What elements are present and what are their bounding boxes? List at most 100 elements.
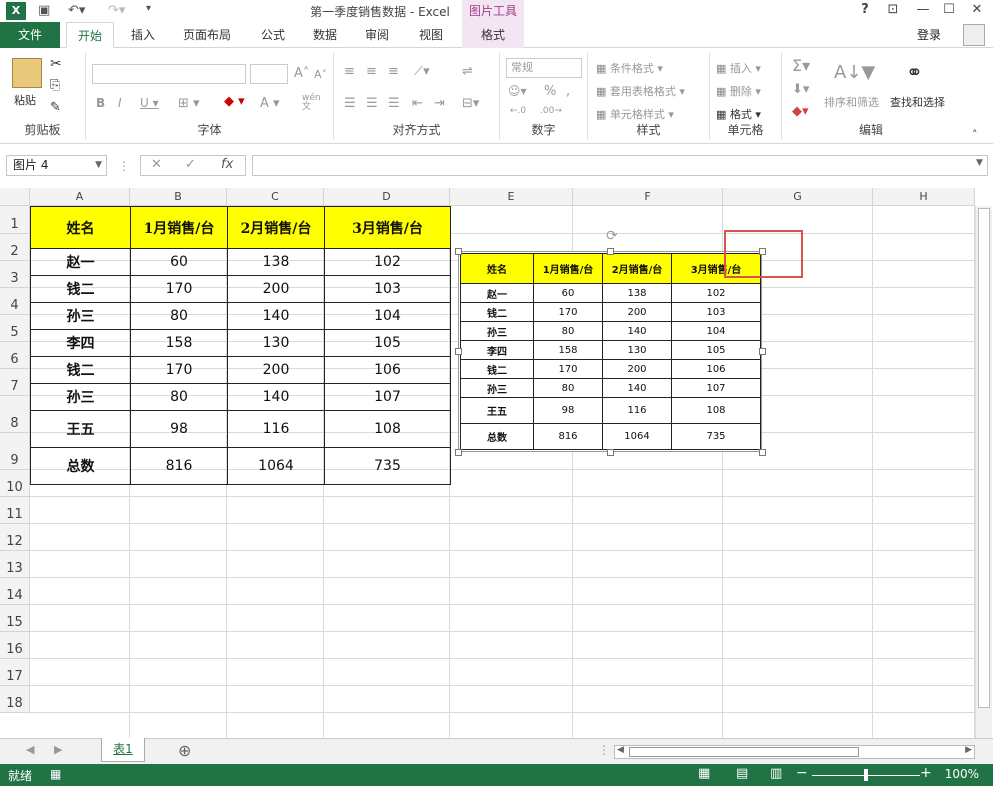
table-cell[interactable]: 138 — [227, 248, 325, 276]
shrink-font-icon[interactable]: A˅ — [314, 68, 327, 81]
add-sheet-icon[interactable]: ⊕ — [178, 741, 191, 760]
table-cell[interactable]: 105 — [324, 329, 451, 357]
table-cell[interactable]: 赵一 — [30, 248, 131, 276]
underline-icon[interactable]: U ▾ — [140, 96, 159, 110]
column-header[interactable]: F — [573, 188, 723, 206]
rotate-handle-icon[interactable]: ⟳ — [606, 228, 618, 244]
align-right-icon[interactable]: ☰ — [388, 96, 400, 111]
tab-home[interactable]: 开始 — [66, 22, 114, 48]
delete-cells-button[interactable]: ▦ 删除 ▾ — [716, 83, 761, 99]
align-center-icon[interactable]: ☰ — [366, 96, 378, 111]
next-sheet-icon[interactable]: ▶ — [54, 743, 62, 756]
resize-handle[interactable] — [759, 348, 766, 355]
collapse-ribbon-icon[interactable]: ˄ — [972, 128, 978, 141]
formula-input[interactable] — [252, 155, 988, 176]
column-header[interactable]: C — [227, 188, 324, 206]
tab-page-layout[interactable]: 页面布局 — [172, 22, 242, 48]
tab-formulas[interactable]: 公式 — [250, 22, 296, 48]
grow-font-icon[interactable]: A˄ — [294, 66, 309, 81]
vertical-scroll-thumb[interactable] — [978, 208, 990, 708]
macro-record-icon[interactable]: ▦ — [50, 767, 61, 781]
resize-handle[interactable] — [455, 449, 462, 456]
merge-center-icon[interactable]: ⊟▾ — [462, 96, 479, 111]
table-cell[interactable]: 钱二 — [30, 275, 131, 303]
border-icon[interactable]: ⊞ ▾ — [178, 96, 200, 111]
row-header[interactable]: 13 — [0, 551, 30, 578]
increase-decimal-icon[interactable]: ←.0 — [510, 106, 526, 116]
column-header[interactable]: G — [723, 188, 873, 206]
decrease-decimal-icon[interactable]: .00→ — [540, 106, 562, 116]
table-header-cell[interactable]: 3月销售/台 — [324, 206, 451, 249]
tab-file[interactable]: 文件 — [0, 22, 60, 48]
table-cell[interactable]: 735 — [324, 447, 451, 485]
tab-format[interactable]: 格式 — [462, 22, 524, 48]
expand-formula-icon[interactable]: ▼ — [976, 158, 983, 168]
sign-in-link[interactable]: 登录 — [917, 22, 941, 48]
paste-button[interactable]: 粘贴 — [14, 92, 36, 108]
cell-styles-button[interactable]: ▦ 单元格样式 ▾ — [596, 106, 674, 122]
resize-handle[interactable] — [607, 449, 614, 456]
table-cell[interactable]: 李四 — [30, 329, 131, 357]
fill-icon[interactable]: ⬇▾ — [792, 82, 809, 97]
table-cell[interactable]: 孙三 — [30, 383, 131, 411]
decrease-indent-icon[interactable]: ⇤ — [412, 96, 423, 111]
table-cell[interactable]: 102 — [324, 248, 451, 276]
table-cell[interactable]: 107 — [324, 383, 451, 411]
restore-ribbon-icon[interactable]: ⊡ — [880, 2, 906, 17]
zoom-in-icon[interactable]: + — [920, 765, 932, 781]
copy-icon[interactable]: ⎘ — [50, 78, 60, 93]
format-painter-icon[interactable]: ✎ — [50, 100, 61, 115]
table-cell[interactable]: 1064 — [227, 447, 325, 485]
table-cell[interactable]: 130 — [227, 329, 325, 357]
fill-color-icon[interactable]: ◆ ▾ — [224, 94, 245, 109]
normal-view-icon[interactable]: ▦ — [698, 766, 710, 781]
tab-insert[interactable]: 插入 — [120, 22, 166, 48]
cancel-icon[interactable]: ✕ — [151, 157, 162, 172]
table-cell[interactable]: 80 — [130, 383, 228, 411]
row-header[interactable]: 5 — [0, 315, 30, 342]
resize-handle[interactable] — [759, 449, 766, 456]
autosum-icon[interactable]: Σ▾ — [792, 56, 810, 75]
row-header[interactable]: 7 — [0, 369, 30, 396]
row-header[interactable]: 18 — [0, 686, 30, 713]
table-cell[interactable]: 104 — [324, 302, 451, 330]
wrap-text-icon[interactable]: ⇌ — [462, 64, 473, 79]
row-header[interactable]: 12 — [0, 524, 30, 551]
column-header[interactable]: E — [450, 188, 573, 206]
row-header[interactable]: 14 — [0, 578, 30, 605]
font-name-select[interactable] — [92, 64, 246, 84]
row-header[interactable]: 1 — [0, 206, 30, 234]
table-cell[interactable]: 总数 — [30, 447, 131, 485]
tab-view[interactable]: 视图 — [408, 22, 454, 48]
table-cell[interactable]: 98 — [130, 410, 228, 448]
conditional-format-button[interactable]: ▦ 条件格式 ▾ — [596, 60, 663, 76]
italic-icon[interactable]: I — [118, 96, 122, 110]
table-cell[interactable]: 孙三 — [30, 302, 131, 330]
font-size-select[interactable] — [250, 64, 288, 84]
find-select-button[interactable]: 查找和选择 — [890, 94, 945, 110]
align-bottom-icon[interactable]: ≡ — [388, 64, 399, 79]
avatar[interactable] — [963, 24, 985, 46]
help-button[interactable]: ? — [852, 2, 878, 17]
paste-icon[interactable] — [12, 58, 42, 88]
align-left-icon[interactable]: ☰ — [344, 96, 356, 111]
scroll-left-icon[interactable]: ◀ — [617, 745, 624, 755]
bold-icon[interactable]: B — [96, 96, 105, 110]
resize-handle[interactable] — [455, 248, 462, 255]
column-header[interactable]: B — [130, 188, 227, 206]
increase-indent-icon[interactable]: ⇥ — [434, 96, 445, 111]
close-icon[interactable]: ✕ — [964, 2, 990, 17]
resize-handle[interactable] — [607, 248, 614, 255]
table-cell[interactable]: 140 — [227, 302, 325, 330]
number-format-select[interactable]: 常规 — [506, 58, 582, 78]
align-top-icon[interactable]: ≡ — [344, 64, 355, 79]
row-header[interactable]: 3 — [0, 261, 30, 288]
format-cells-button[interactable]: ▦ 格式 ▾ — [716, 106, 761, 122]
row-header[interactable]: 9 — [0, 433, 30, 470]
enter-icon[interactable]: ✓ — [185, 157, 196, 172]
row-header[interactable]: 4 — [0, 288, 30, 315]
tab-data[interactable]: 数据 — [302, 22, 348, 48]
table-cell[interactable]: 816 — [130, 447, 228, 485]
table-cell[interactable]: 170 — [130, 356, 228, 384]
percent-button[interactable]: % — [544, 84, 556, 99]
